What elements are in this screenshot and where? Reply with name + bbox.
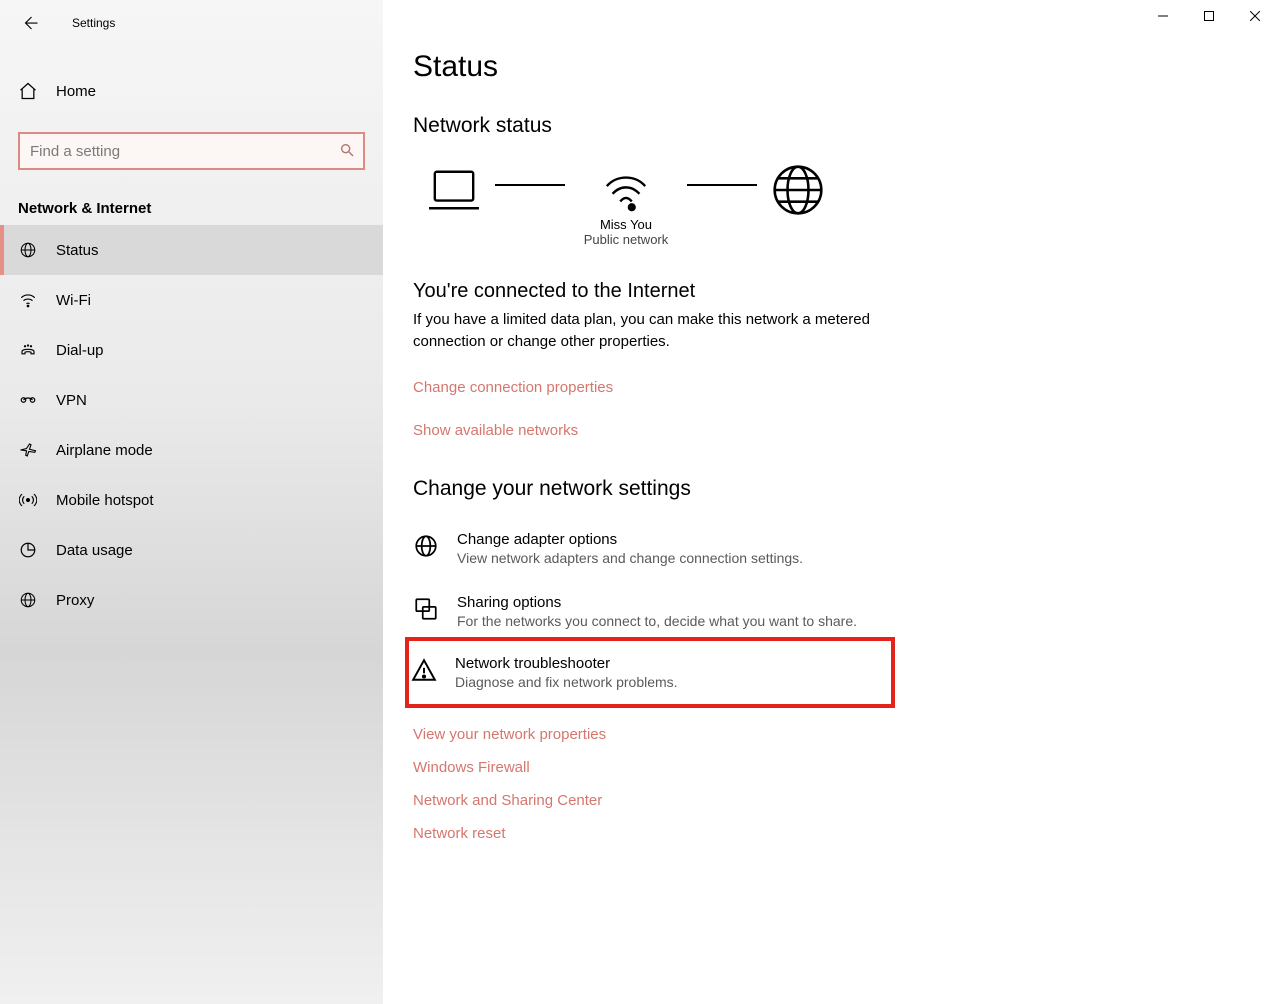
row-change-adapter[interactable]: Change adapter options View network adap… [413, 523, 1278, 574]
link-network-sharing-center[interactable]: Network and Sharing Center [413, 792, 1278, 809]
sidebar-item-label: Dial-up [56, 342, 104, 359]
row-title: Sharing options [457, 594, 857, 611]
sidebar-item-label: Data usage [56, 542, 133, 559]
diagram-internet [763, 162, 833, 252]
close-button[interactable] [1232, 0, 1278, 32]
row-desc: View network adapters and change connect… [457, 550, 803, 566]
row-title: Change adapter options [457, 531, 803, 548]
hotspot-icon [18, 490, 38, 510]
sidebar-category: Network & Internet [18, 200, 365, 217]
row-sharing-options[interactable]: Sharing options For the networks you con… [413, 586, 1278, 637]
sidebar-item-airplane[interactable]: Airplane mode [0, 425, 383, 475]
row-network-troubleshooter[interactable]: Network troubleshooter Diagnose and fix … [411, 647, 883, 698]
maximize-button[interactable] [1186, 0, 1232, 32]
sidebar-item-wifi[interactable]: Wi-Fi [0, 275, 383, 325]
sidebar-item-status[interactable]: Status [0, 225, 383, 275]
sidebar-item-dialup[interactable]: Dial-up [0, 325, 383, 375]
wifi-icon [18, 290, 38, 310]
wifi-signal-icon [603, 167, 649, 213]
sharing-icon [413, 596, 439, 622]
link-change-connection-properties[interactable]: Change connection properties [413, 379, 1278, 396]
sidebar-item-proxy[interactable]: Proxy [0, 575, 383, 625]
row-desc: For the networks you connect to, decide … [457, 613, 857, 629]
section-change-settings: Change your network settings [413, 477, 1278, 501]
sidebar-item-label: Wi-Fi [56, 292, 91, 309]
section-network-status: Network status [413, 114, 1278, 138]
laptop-icon [423, 166, 485, 214]
sidebar-item-label: Mobile hotspot [56, 492, 154, 509]
minimize-button[interactable] [1140, 0, 1186, 32]
diagram-line [687, 184, 757, 186]
diagram-router: Miss You Public network [571, 167, 681, 247]
sidebar-item-label: Home [56, 83, 96, 100]
globe-icon [18, 240, 38, 260]
link-view-network-properties[interactable]: View your network properties [413, 726, 1278, 743]
sidebar-navlist: Status Wi-Fi Dial-up VPN Airplane mode M… [0, 225, 383, 625]
sidebar-item-label: Status [56, 242, 99, 259]
connected-heading: You're connected to the Internet [413, 280, 1278, 303]
link-show-available-networks[interactable]: Show available networks [413, 422, 1278, 439]
warning-icon [411, 657, 437, 683]
airplane-icon [18, 440, 38, 460]
adapter-icon [413, 533, 439, 559]
sidebar: Settings Home Network & Internet Status … [0, 0, 383, 1004]
titlebar-controls [1140, 0, 1278, 32]
diagram-device [419, 166, 489, 248]
search-input[interactable] [18, 132, 365, 170]
vpn-icon [18, 390, 38, 410]
link-windows-firewall[interactable]: Windows Firewall [413, 759, 1278, 776]
sidebar-item-label: Airplane mode [56, 442, 153, 459]
sidebar-item-hotspot[interactable]: Mobile hotspot [0, 475, 383, 525]
network-diagram: Miss You Public network [419, 162, 1278, 252]
highlight-troubleshooter: Network troubleshooter Diagnose and fix … [405, 637, 895, 708]
proxy-icon [18, 590, 38, 610]
sidebar-item-label: VPN [56, 392, 87, 409]
content-pane: Status Network status Miss You Public ne… [383, 0, 1278, 1004]
datausage-icon [18, 540, 38, 560]
link-network-reset[interactable]: Network reset [413, 825, 1278, 842]
row-desc: Diagnose and fix network problems. [455, 674, 678, 690]
sidebar-item-label: Proxy [56, 592, 94, 609]
dialup-icon [18, 340, 38, 360]
back-button[interactable] [18, 11, 42, 35]
page-title: Status [413, 50, 1278, 84]
home-icon [18, 81, 38, 101]
app-title: Settings [72, 16, 115, 30]
globe-icon [770, 162, 826, 218]
diagram-line [495, 184, 565, 186]
diagram-type: Public network [584, 232, 669, 247]
sidebar-item-datausage[interactable]: Data usage [0, 525, 383, 575]
connected-body: If you have a limited data plan, you can… [413, 309, 883, 353]
sidebar-item-vpn[interactable]: VPN [0, 375, 383, 425]
row-title: Network troubleshooter [455, 655, 678, 672]
sidebar-item-home[interactable]: Home [0, 68, 383, 114]
diagram-ssid: Miss You [600, 217, 652, 232]
